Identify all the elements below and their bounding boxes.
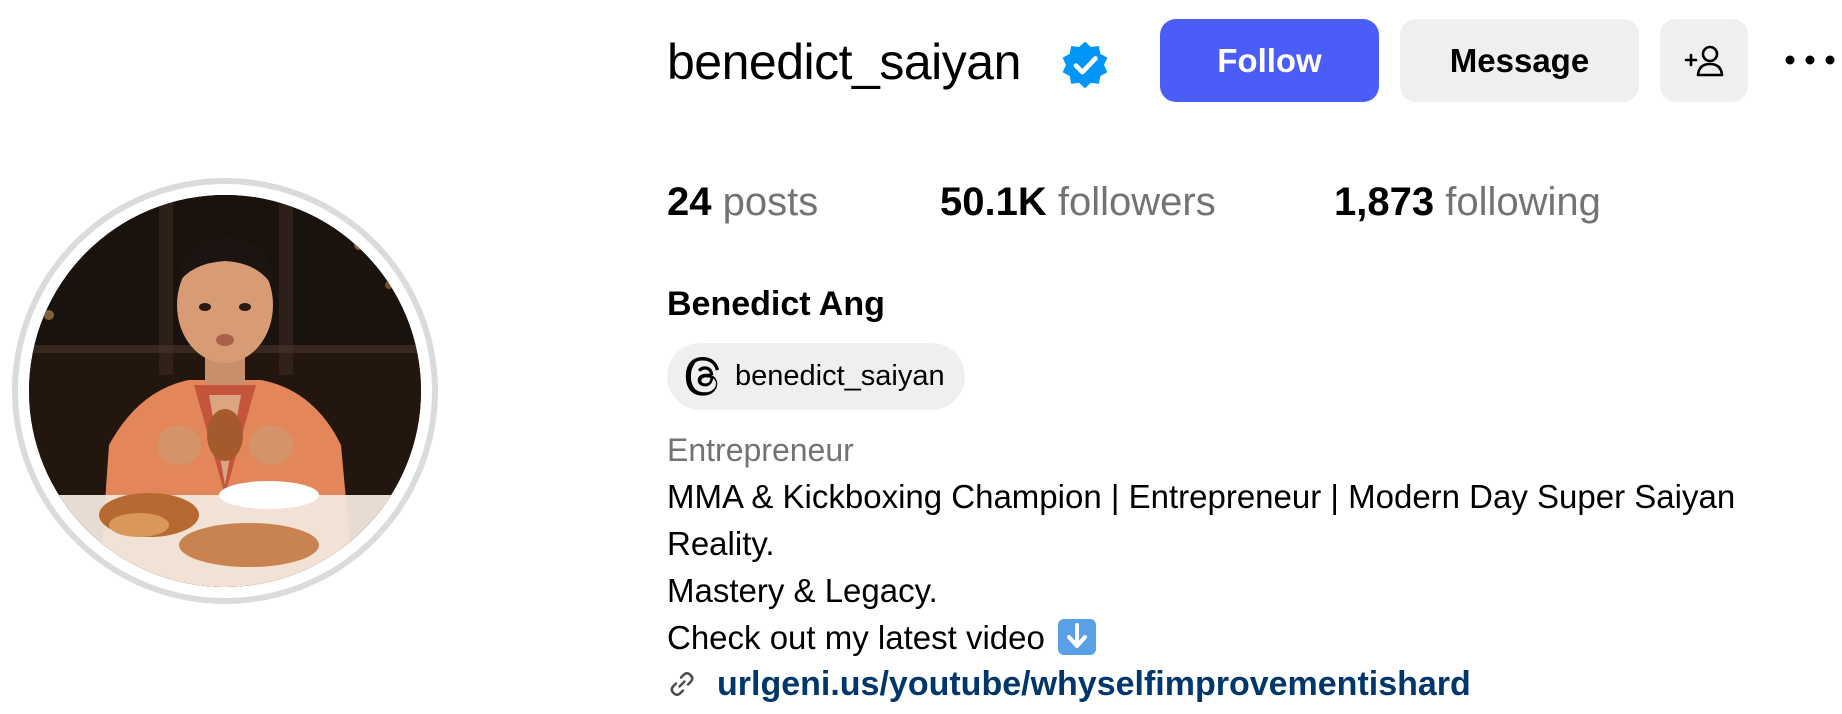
bio-line-4: Check out my latest video (667, 616, 1097, 660)
profile-photo-illustration (29, 195, 421, 587)
posts-count: 24 (667, 180, 712, 224)
followers-count: 50.1K (940, 180, 1047, 224)
followers-stat[interactable]: 50.1K followers (940, 178, 1216, 226)
avatar[interactable] (12, 178, 438, 604)
more-options-icon[interactable] (1782, 40, 1842, 80)
threads-handle: benedict_saiyan (735, 360, 945, 392)
verified-badge-icon (1062, 41, 1108, 89)
link-icon (670, 672, 694, 696)
username: benedict_saiyan (667, 34, 1021, 90)
add-user-button[interactable] (1660, 19, 1748, 102)
bio-line-2: Reality. (667, 525, 775, 562)
add-user-icon (1684, 45, 1724, 76)
bio-line-3: Mastery & Legacy. (667, 572, 938, 609)
message-button[interactable]: Message (1400, 19, 1639, 102)
full-name: Benedict Ang (667, 285, 885, 323)
avatar-photo (29, 195, 421, 587)
posts-stat[interactable]: 24 posts (667, 178, 818, 226)
followers-label: followers (1057, 180, 1216, 224)
following-count: 1,873 (1334, 180, 1435, 224)
threads-link[interactable]: benedict_saiyan (667, 343, 965, 410)
posts-label: posts (722, 180, 819, 224)
bio-line-4-text: Check out my latest video (667, 619, 1045, 656)
follow-button[interactable]: Follow (1160, 19, 1379, 102)
following-stat[interactable]: 1,873 following (1334, 178, 1601, 226)
bio-link[interactable]: urlgeni.us/youtube/whyselfimprovementish… (667, 662, 1471, 706)
profile-category: Entrepreneur (667, 432, 854, 468)
bio-line-1: MMA & Kickboxing Champion | Entrepreneur… (667, 478, 1736, 515)
threads-icon (685, 356, 720, 396)
following-label: following (1445, 180, 1601, 224)
down-arrow-emoji-icon (1058, 619, 1097, 655)
bio-link-text[interactable]: urlgeni.us/youtube/whyselfimprovementish… (717, 665, 1471, 704)
